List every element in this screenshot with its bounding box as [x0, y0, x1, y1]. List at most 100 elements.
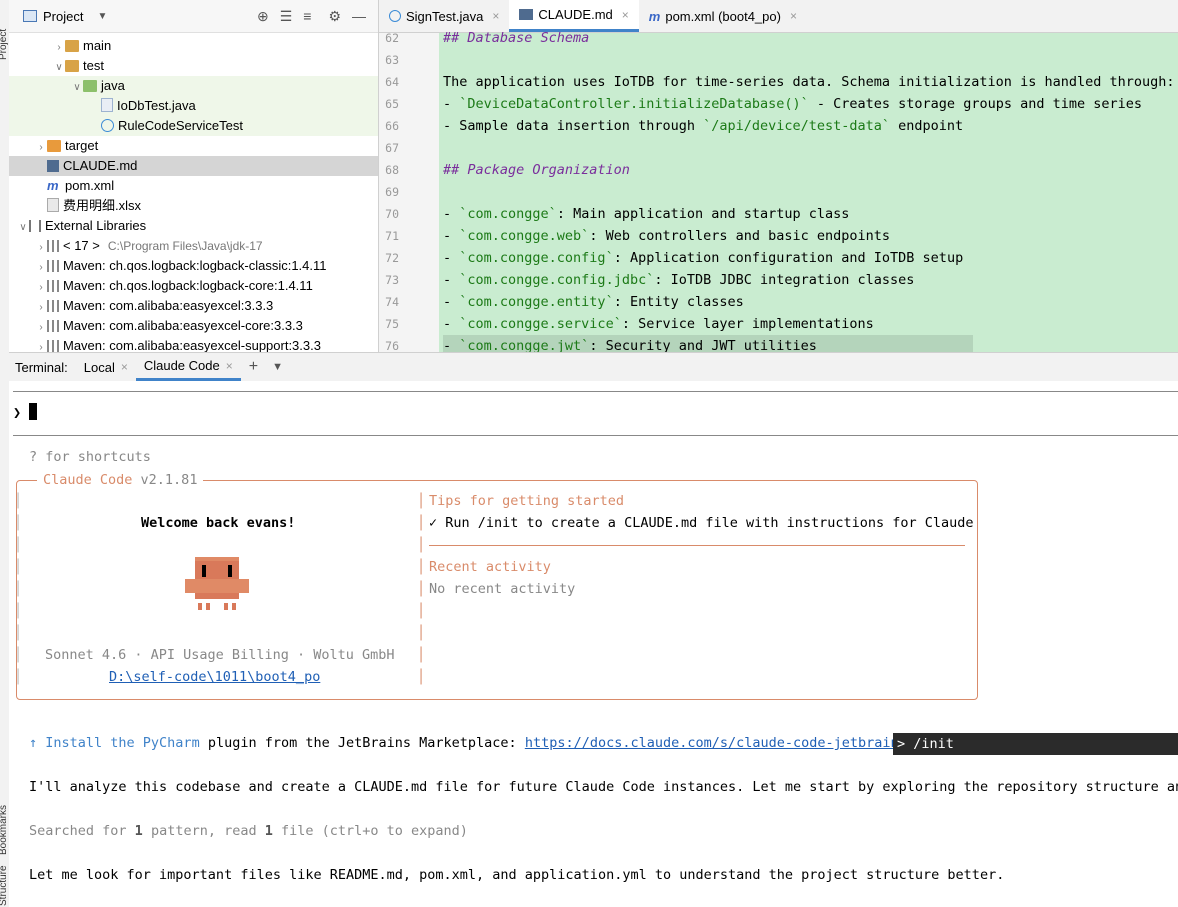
tree-item[interactable]: ∨ java — [9, 76, 378, 96]
code-token: `com.congge.web` — [459, 228, 590, 244]
expand-all-icon[interactable]: ☰ — [280, 8, 293, 25]
chevron-right-icon[interactable]: › — [35, 298, 47, 318]
locate-file-icon[interactable]: ⊕ — [257, 8, 269, 25]
library-icon — [47, 260, 59, 272]
recent-heading: Recent activity — [429, 559, 551, 575]
code-token: : Main application and startup class — [556, 206, 850, 222]
shortcuts-hint: ? for shortcuts — [29, 449, 151, 465]
chevron-right-icon[interactable]: › — [35, 238, 47, 258]
gear-icon[interactable]: ⚙ — [328, 8, 341, 25]
chevron-down-icon[interactable]: ∨ — [71, 78, 83, 98]
line-number: 68 — [385, 163, 399, 177]
chevron-right-icon[interactable]: › — [53, 38, 65, 58]
line-number: 65 — [385, 97, 399, 111]
code-line: - `com.congge.service`: Service layer im… — [443, 313, 874, 335]
code-token: `com.congge.service` — [459, 316, 622, 332]
tree-item[interactable]: ∨ test — [9, 56, 378, 76]
code-line: ## Database Schema — [443, 27, 589, 49]
tree-item[interactable]: › Maven: com.alibaba:easyexcel:3.3.3 — [9, 296, 378, 316]
tree-item[interactable]: › < 17 > C:\Program Files\Java\jdk-17 — [9, 236, 378, 256]
project-side-tab[interactable]: Project — [0, 29, 9, 60]
model-info: Sonnet 4.6 · API Usage Billing · Woltu G… — [45, 647, 395, 663]
new-tab-plus-icon[interactable]: + — [241, 358, 266, 376]
tree-item[interactable]: › Maven: ch.qos.logback:logback-classic:1… — [9, 256, 378, 276]
excel-file-icon — [47, 198, 59, 212]
collapse-all-icon[interactable]: ≡ — [303, 8, 311, 24]
editor-area: SignTest.java × CLAUDE.md × m pom.xml (boot4_… — [379, 0, 1178, 352]
box-title: Claude Code v2.1.81 — [37, 469, 204, 491]
code-view[interactable]: ## Database Schema The application uses I… — [439, 30, 1178, 352]
chevron-right-icon[interactable]: › — [35, 278, 47, 298]
code-token: ## Package Organization — [443, 162, 630, 178]
box-left-edge: │ — [14, 559, 23, 575]
tree-item[interactable]: › main — [9, 36, 378, 56]
folder-icon — [65, 60, 79, 72]
chevron-right-icon[interactable]: › — [35, 318, 47, 338]
code-line: ## Package Organization — [443, 159, 630, 181]
structure-side-tab[interactable]: Structure — [0, 865, 9, 906]
editor-tab-label: SignTest.java — [406, 8, 484, 24]
tree-item[interactable]: › Maven: com.alibaba:easyexcel-support:3.… — [9, 336, 378, 352]
close-icon[interactable]: × — [492, 9, 499, 23]
project-panel-title: Project — [43, 8, 84, 24]
line-number: 63 — [385, 53, 399, 67]
tips-divider — [429, 545, 965, 546]
chevron-right-icon[interactable]: › — [35, 138, 47, 158]
terminal-tab-label: Claude Code — [143, 358, 220, 373]
editor-tab[interactable]: m pom.xml (boot4_po) × — [639, 0, 807, 32]
terminal-panel[interactable]: ❯ ? for shortcuts Claude Code v2.1.81 We… — [9, 381, 1178, 907]
project-view-selector[interactable]: Project ▼ — [23, 9, 107, 24]
line-number: 72 — [385, 251, 399, 265]
code-line: - `com.congge.config.jdbc`: IoTDB JDBC i… — [443, 269, 914, 291]
tree-item[interactable]: RuleCodeServiceTest — [9, 116, 378, 136]
line-number: 71 — [385, 229, 399, 243]
code-token: - — [443, 228, 460, 244]
code-line: - `com.congge`: Main application and sta… — [443, 203, 849, 225]
tree-item[interactable]: › target — [9, 136, 378, 156]
tree-item[interactable]: IoDbTest.java — [9, 96, 378, 116]
bookmarks-side-tab[interactable]: Bookmarks — [0, 805, 9, 855]
code-line: - `com.congge.config`: Application confi… — [443, 247, 963, 269]
box-left-edge: │ — [14, 515, 23, 531]
tree-item[interactable]: 费用明细.xlsx — [9, 196, 378, 216]
tree-item[interactable]: m pom.xml — [9, 176, 378, 196]
box-column-separator: │ — [417, 537, 426, 553]
chevron-down-icon[interactable]: ▼ — [266, 361, 289, 373]
project-panel: Project ▼ ⊕ ☰ ≡ ⚙ — › main ∨ test ∨ java IoDbT… — [9, 0, 379, 352]
tree-item[interactable]: CLAUDE.md — [9, 156, 378, 176]
box-column-separator: │ — [417, 625, 426, 641]
chevron-right-icon[interactable]: › — [35, 338, 47, 352]
chevron-down-icon[interactable]: ∨ — [17, 218, 29, 238]
code-token: - — [443, 96, 460, 112]
terminal-tab[interactable]: Local × — [76, 353, 136, 381]
box-left-edge: │ — [14, 493, 23, 509]
box-left-edge: │ — [14, 537, 23, 553]
close-icon[interactable]: × — [226, 359, 233, 373]
working-directory-link[interactable]: D:\self-code\1011\boot4_po — [109, 666, 320, 688]
tree-item-label: Maven: com.alibaba:easyexcel-support:3.3… — [63, 338, 321, 352]
hide-panel-icon[interactable]: — — [352, 8, 366, 24]
java-file-icon — [101, 98, 113, 112]
close-icon[interactable]: × — [622, 8, 629, 22]
tree-item[interactable]: ∨ External Libraries — [9, 216, 378, 236]
terminal-tab[interactable]: Claude Code × — [135, 353, 241, 381]
install-plugin-line: ↑ Install the PyCharm plugin from the Je… — [29, 735, 907, 751]
tree-item[interactable]: › Maven: com.alibaba:easyexcel-core:3.3.3 — [9, 316, 378, 336]
folder-test-icon — [83, 80, 97, 92]
close-icon[interactable]: × — [121, 360, 128, 374]
search-summary[interactable]: Searched for 1 pattern, read 1 file (ctr… — [29, 820, 468, 842]
tree-item-path: C:\Program Files\Java\jdk-17 — [107, 239, 263, 253]
project-panel-header: Project ▼ ⊕ ☰ ≡ ⚙ — — [9, 0, 378, 33]
analyze-message: I'll analyze this codebase and create a … — [29, 779, 1178, 795]
code-token: - — [443, 206, 460, 222]
prompt-input[interactable]: ❯ — [13, 402, 38, 424]
tree-item[interactable]: › Maven: ch.qos.logback:logback-core:1.4.… — [9, 276, 378, 296]
jetbrains-plugin-link[interactable]: https://docs.claude.com/s/claude-code-je… — [525, 735, 907, 751]
code-token: : Security and JWT utilities — [589, 338, 817, 352]
chevron-right-icon[interactable]: › — [35, 258, 47, 278]
close-icon[interactable]: × — [790, 9, 797, 23]
chevron-down-icon: ▼ — [97, 10, 108, 22]
chevron-down-icon[interactable]: ∨ — [53, 58, 65, 78]
tree-item-label: 费用明细.xlsx — [63, 198, 142, 213]
code-token: `com.congge.entity` — [459, 294, 614, 310]
